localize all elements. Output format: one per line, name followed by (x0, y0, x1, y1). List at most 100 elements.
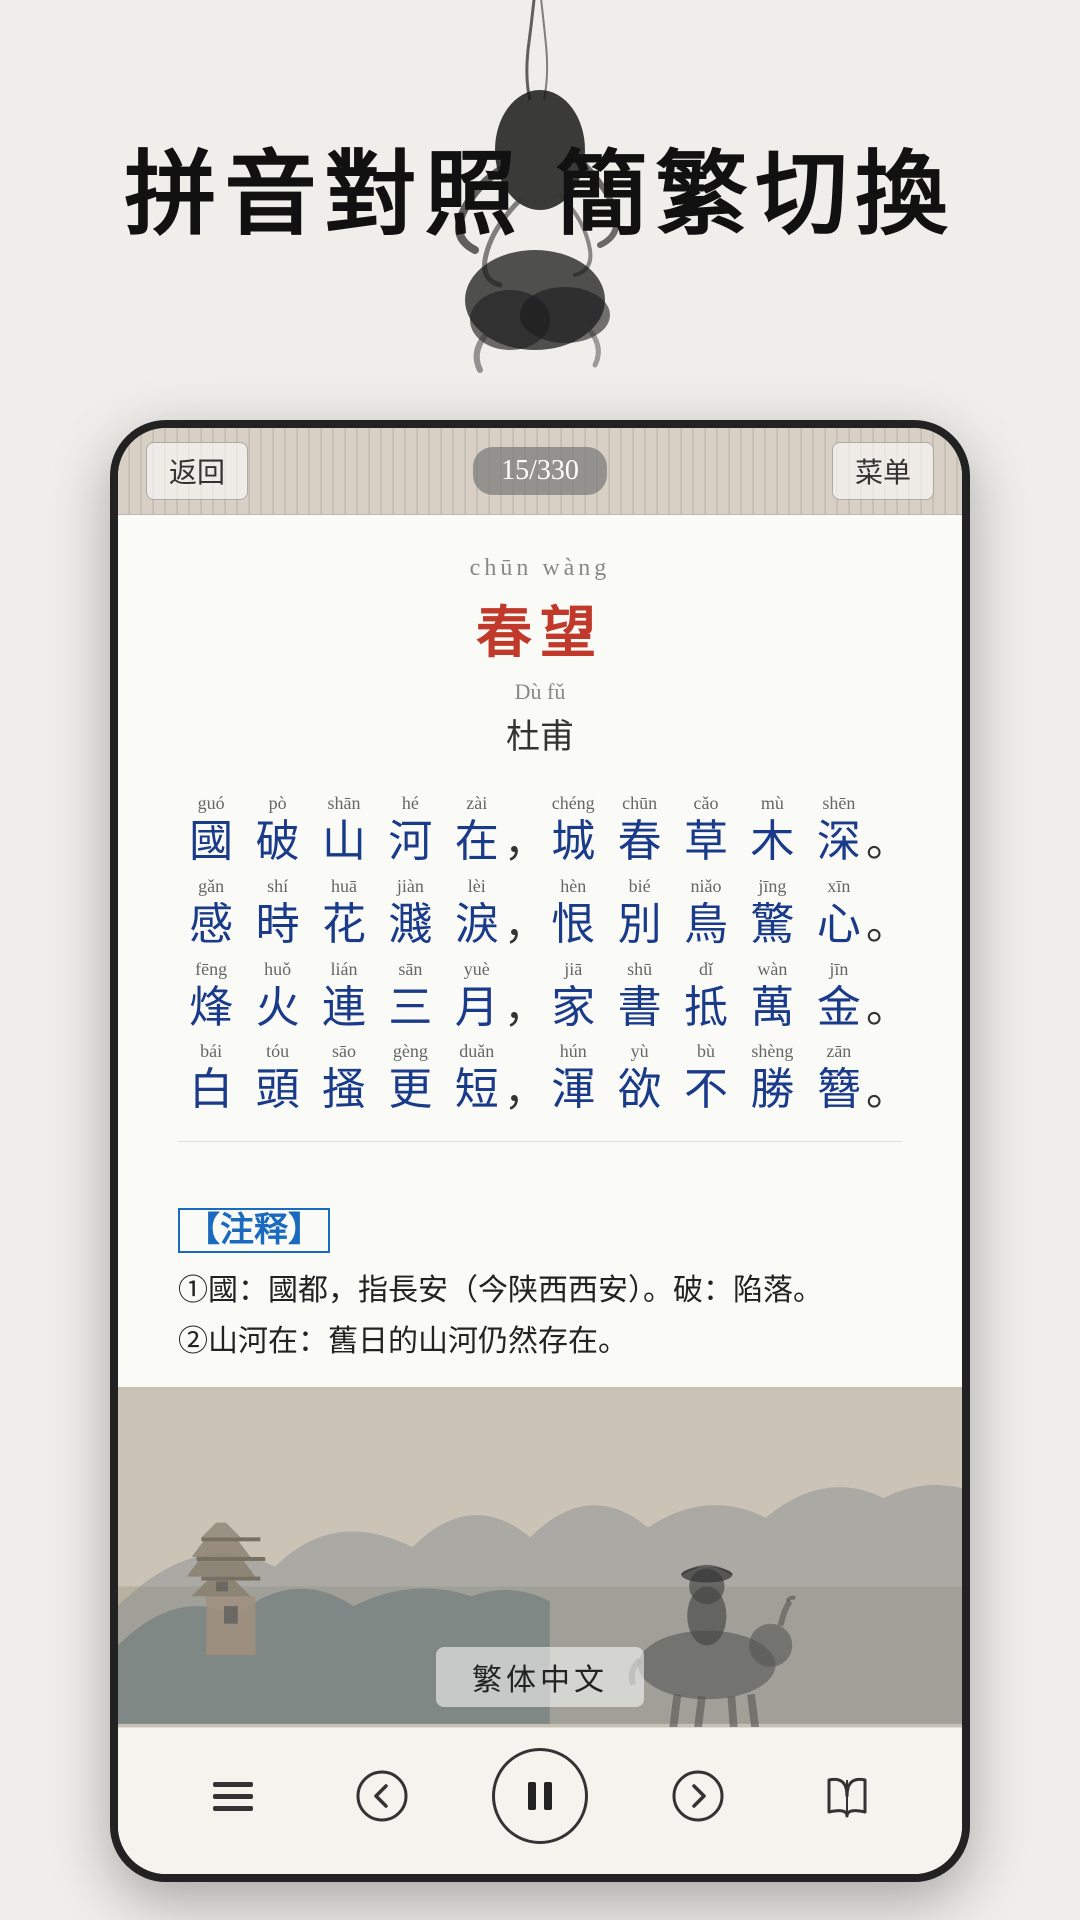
char-pinyin: zài (466, 790, 487, 816)
char-0-9: mù木 (739, 790, 805, 869)
char-pinyin: shū (627, 956, 652, 982)
image-overlay-label: 繁体中文 (436, 1647, 644, 1707)
char-pinyin: gǎn (198, 873, 224, 899)
char-pinyin: hé (402, 790, 419, 816)
next-icon (672, 1770, 724, 1822)
char-0-2: shān山 (311, 790, 377, 869)
char-pinyin: gèng (393, 1038, 428, 1064)
char-text: 時 (256, 899, 300, 952)
char-text: 連 (322, 982, 366, 1035)
char-3-9: shèng勝 (739, 1038, 805, 1117)
char-text: 不 (684, 1064, 728, 1117)
annotation-item-1: ①國：國都，指長安（今陕西西安）。破：陷落。 (178, 1265, 902, 1316)
char-1-0: gǎn感 (178, 873, 244, 952)
menu-button[interactable]: 菜单 (832, 442, 934, 500)
char-text: 花 (322, 899, 366, 952)
author-pinyin: Dù fǔ (178, 679, 902, 705)
char-2-4: yuè月 (444, 956, 510, 1035)
char-pinyin: shèng (751, 1038, 793, 1064)
annotation-title-text: 【注释】 (178, 1208, 330, 1253)
annotation-text: ①國：國都，指長安（今陕西西安）。破：陷落。②山河在：舊日的山河仍然存在。 (178, 1265, 902, 1367)
char-pinyin: huā (331, 873, 357, 899)
char-pinyin: zān (826, 1038, 851, 1064)
char-pinyin: yù (631, 1038, 649, 1064)
char-text: 驚 (750, 899, 794, 952)
char-text: 城 (551, 816, 595, 869)
char-0-4: zài在 (444, 790, 510, 869)
char-3-2: sāo搔 (311, 1038, 377, 1117)
prev-button[interactable] (342, 1756, 422, 1836)
char-text: 更 (388, 1064, 432, 1117)
char-text: 在 (455, 816, 499, 869)
char-text: 別 (618, 899, 662, 952)
char-text: 短 (455, 1064, 499, 1117)
play-pause-button[interactable] (492, 1748, 588, 1844)
char-text: 搔 (322, 1064, 366, 1117)
back-button[interactable]: 返回 (146, 442, 248, 500)
poem-area: chūn wàng 春望 Dù fǔ 杜甫 guó國pò破shān山hé河zài… (118, 515, 962, 1192)
char-0-7: chūn春 (606, 790, 672, 869)
page-counter: 15/330 (473, 447, 607, 495)
char-3-8: bù不 (673, 1038, 739, 1117)
next-button[interactable] (658, 1756, 738, 1836)
char-pinyin: wàn (757, 956, 787, 982)
char-pinyin: guó (198, 790, 225, 816)
menu-icon (209, 1772, 257, 1820)
phone-mockup: 返回 15/330 菜单 chūn wàng 春望 Dù fǔ 杜甫 guó國p… (110, 420, 970, 1882)
char-pinyin: jiā (564, 956, 582, 982)
poem-pinyin-title: chūn wàng (178, 555, 902, 582)
char-pinyin: jīn (829, 956, 848, 982)
char-1-2: huā花 (311, 873, 377, 952)
char-pinyin: jiàn (397, 873, 424, 899)
char-0-0: guó國 (178, 790, 244, 869)
char-3-0: bái白 (178, 1038, 244, 1117)
bottom-nav (118, 1727, 962, 1874)
char-text: 濺 (388, 899, 432, 952)
char-pinyin: huǒ (264, 956, 291, 982)
char-text: 山 (322, 816, 366, 869)
char-1-6: hèn恨 (540, 873, 606, 952)
char-text: 欲 (618, 1064, 662, 1117)
char-pinyin: shān (327, 790, 360, 816)
char-pinyin: sān (398, 956, 422, 982)
char-text: 破 (256, 816, 300, 869)
char-pinyin: shí (267, 873, 288, 899)
char-pinyin: shēn (822, 790, 855, 816)
char-pinyin: hún (560, 1038, 587, 1064)
poem-line-2: gǎn感shí時huā花jiàn濺lèi淚，hèn恨bié別niǎo鳥jīng驚… (178, 873, 902, 952)
char-pinyin: dǐ (699, 956, 713, 982)
char-2-8: dǐ抵 (673, 956, 739, 1035)
char-pinyin: fēng (195, 956, 227, 982)
poem-line-1: guó國pò破shān山hé河zài在，chéng城chūn春cǎo草mù木sh… (178, 790, 902, 869)
char-2-7: shū書 (606, 956, 672, 1035)
char-text: 春 (618, 816, 662, 869)
char-0-6: chéng城 (540, 790, 606, 869)
char-0-3: hé河 (377, 790, 443, 869)
char-1-4: lèi淚 (444, 873, 510, 952)
prev-icon (356, 1770, 408, 1822)
char-pinyin: jīng (758, 873, 786, 899)
char-text: 渾 (551, 1064, 595, 1117)
char-text: 烽 (189, 982, 233, 1035)
char-text: 木 (750, 816, 794, 869)
annotation-area: 【注释】 ①國：國都，指長安（今陕西西安）。破：陷落。②山河在：舊日的山河仍然存… (118, 1192, 962, 1387)
menu-nav-button[interactable] (193, 1756, 273, 1836)
char-2-6: jiā家 (540, 956, 606, 1035)
char-pinyin: chūn (622, 790, 657, 816)
char-1-7: bié別 (606, 873, 672, 952)
char-pinyin: niǎo (691, 873, 722, 899)
char-1-8: niǎo鳥 (673, 873, 739, 952)
author-name: 杜甫 (178, 709, 902, 758)
char-2-0: fēng烽 (178, 956, 244, 1035)
char-text: 頭 (256, 1064, 300, 1117)
char-text: 簪 (817, 1064, 861, 1117)
char-2-9: wàn萬 (739, 956, 805, 1035)
char-text: 金 (817, 982, 861, 1035)
top-banner: 拼音對照 簡繁切換 (0, 0, 1080, 420)
char-text: 家 (551, 982, 595, 1035)
char-text: 恨 (551, 899, 595, 952)
poem-line-3: fēng烽huǒ火lián連sān三yuè月，jiā家shū書dǐ抵wàn萬jī… (178, 956, 902, 1035)
char-3-6: hún渾 (540, 1038, 606, 1117)
book-button[interactable] (807, 1756, 887, 1836)
char-pinyin: hèn (560, 873, 586, 899)
